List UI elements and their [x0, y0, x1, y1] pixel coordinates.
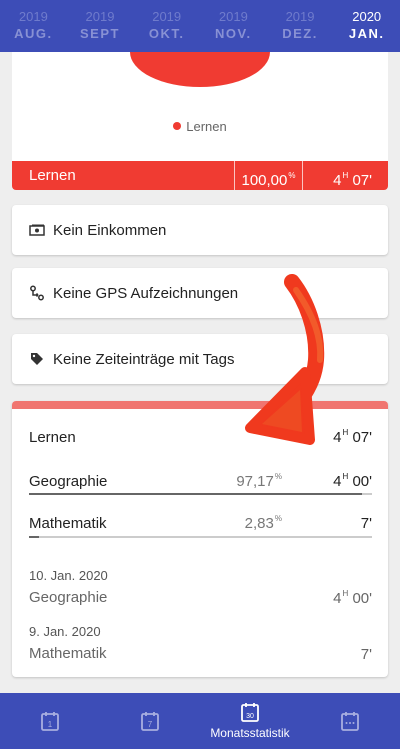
pie-chart [130, 52, 270, 87]
pie-legend: Lernen [12, 119, 388, 134]
nav-year[interactable] [300, 693, 400, 749]
month-year: 2019 [152, 9, 182, 24]
calendar-year-icon [341, 712, 359, 731]
income-card[interactable]: Kein Einkommen [12, 205, 388, 255]
subject-share-bar [29, 536, 372, 538]
month-tab-jan[interactable]: 2020 JAN. [333, 0, 400, 52]
month-year: 2019 [218, 9, 248, 24]
month-tab-dez[interactable]: 2019 DEZ. [267, 0, 334, 52]
time-entry[interactable]: Mathematik 7' [29, 645, 372, 663]
category-color-strip [12, 401, 388, 409]
category-summary-row[interactable]: Lernen 100,00% 4H 07' [12, 161, 388, 190]
subject-row[interactable]: Mathematik 2,83% 7' [29, 514, 372, 532]
gps-card[interactable]: Keine GPS Aufzeichnungen [12, 268, 388, 318]
month-selector: 2019 AUG. 2019 SEPT 2019 OKT. 2019 NOV. … [0, 0, 400, 52]
calendar-week-number: 7 [148, 720, 153, 729]
month-tab-sept[interactable]: 2019 SEPT [67, 0, 134, 52]
tags-label: Keine Zeiteinträge mit Tags [53, 350, 235, 368]
nav-month[interactable]: 30 Monatsstatistik [200, 693, 300, 749]
tag-icon [29, 351, 45, 367]
pie-slice-lernen [130, 52, 270, 87]
subject-share-fill [29, 536, 39, 538]
month-tab-aug[interactable]: 2019 AUG. [0, 0, 67, 52]
month-name: SEPT [80, 26, 120, 41]
calendar-week-icon: 7 [141, 712, 159, 731]
entry-date: 10. Jan. 2020 [29, 568, 108, 583]
route-icon [29, 285, 45, 301]
subject-percent: 97,17% [236, 472, 282, 490]
month-year: 2019 [85, 9, 115, 24]
tags-card[interactable]: Keine Zeiteinträge mit Tags [12, 334, 388, 384]
month-name: JAN. [348, 26, 385, 41]
nav-day[interactable]: 1 [0, 693, 100, 749]
subject-share-fill [29, 493, 363, 495]
subject-name: Mathematik [29, 515, 107, 532]
money-icon [29, 222, 45, 238]
gps-label: Keine GPS Aufzeichnungen [53, 284, 239, 302]
month-tab-nov[interactable]: 2019 NOV. [200, 0, 267, 52]
calendar-month-icon: 30 [241, 703, 259, 722]
entry-date: 9. Jan. 2020 [29, 624, 101, 639]
nav-month-label: Monatsstatistik [210, 726, 290, 740]
month-name: OKT. [148, 26, 185, 41]
subject-time: 4H 00' [333, 472, 372, 490]
month-name: DEZ. [282, 26, 318, 41]
month-name: NOV. [215, 26, 252, 41]
entry-name: Geographie [29, 589, 108, 606]
entry-name: Mathematik [29, 645, 107, 662]
income-label: Kein Einkommen [53, 221, 167, 239]
category-header-time: 4H 07' [333, 428, 372, 446]
calendar-day-icon: 1 [41, 712, 59, 731]
month-tab-okt[interactable]: 2019 OKT. [133, 0, 200, 52]
month-year: 2019 [18, 9, 48, 24]
entry-time: 7' [360, 646, 372, 663]
month-name: AUG. [14, 26, 53, 41]
subject-row[interactable]: Geographie 97,17% 4H 00' [29, 472, 372, 490]
month-year: 2020 [352, 9, 382, 24]
subject-share-bar [29, 493, 372, 495]
calendar-month-number: 30 [246, 713, 254, 720]
category-name: Lernen [29, 167, 76, 184]
bottom-navigation: 1 7 30 Monatsstatistik [0, 693, 400, 749]
category-time: 4H 07' [302, 161, 388, 190]
calendar-day-number: 1 [48, 720, 53, 729]
pie-chart-card: Lernen Lernen 100,00% 4H 07' [12, 52, 388, 190]
subject-name: Geographie [29, 473, 108, 490]
category-header-row: Lernen 4H 07' [29, 428, 372, 446]
subject-percent: 2,83% [244, 514, 282, 532]
nav-week[interactable]: 7 [100, 693, 200, 749]
entry-time: 4H 00' [333, 589, 372, 607]
legend-label: Lernen [186, 119, 227, 134]
month-year: 2019 [285, 9, 315, 24]
legend-dot [173, 122, 182, 130]
category-header-name: Lernen [29, 429, 76, 446]
category-detail-card: Lernen 4H 07' Geographie 97,17% 4H 00' M… [12, 401, 388, 677]
category-percent: 100,00% [234, 161, 302, 190]
subject-time: 7' [360, 515, 372, 532]
time-entry[interactable]: Geographie 4H 00' [29, 589, 372, 607]
